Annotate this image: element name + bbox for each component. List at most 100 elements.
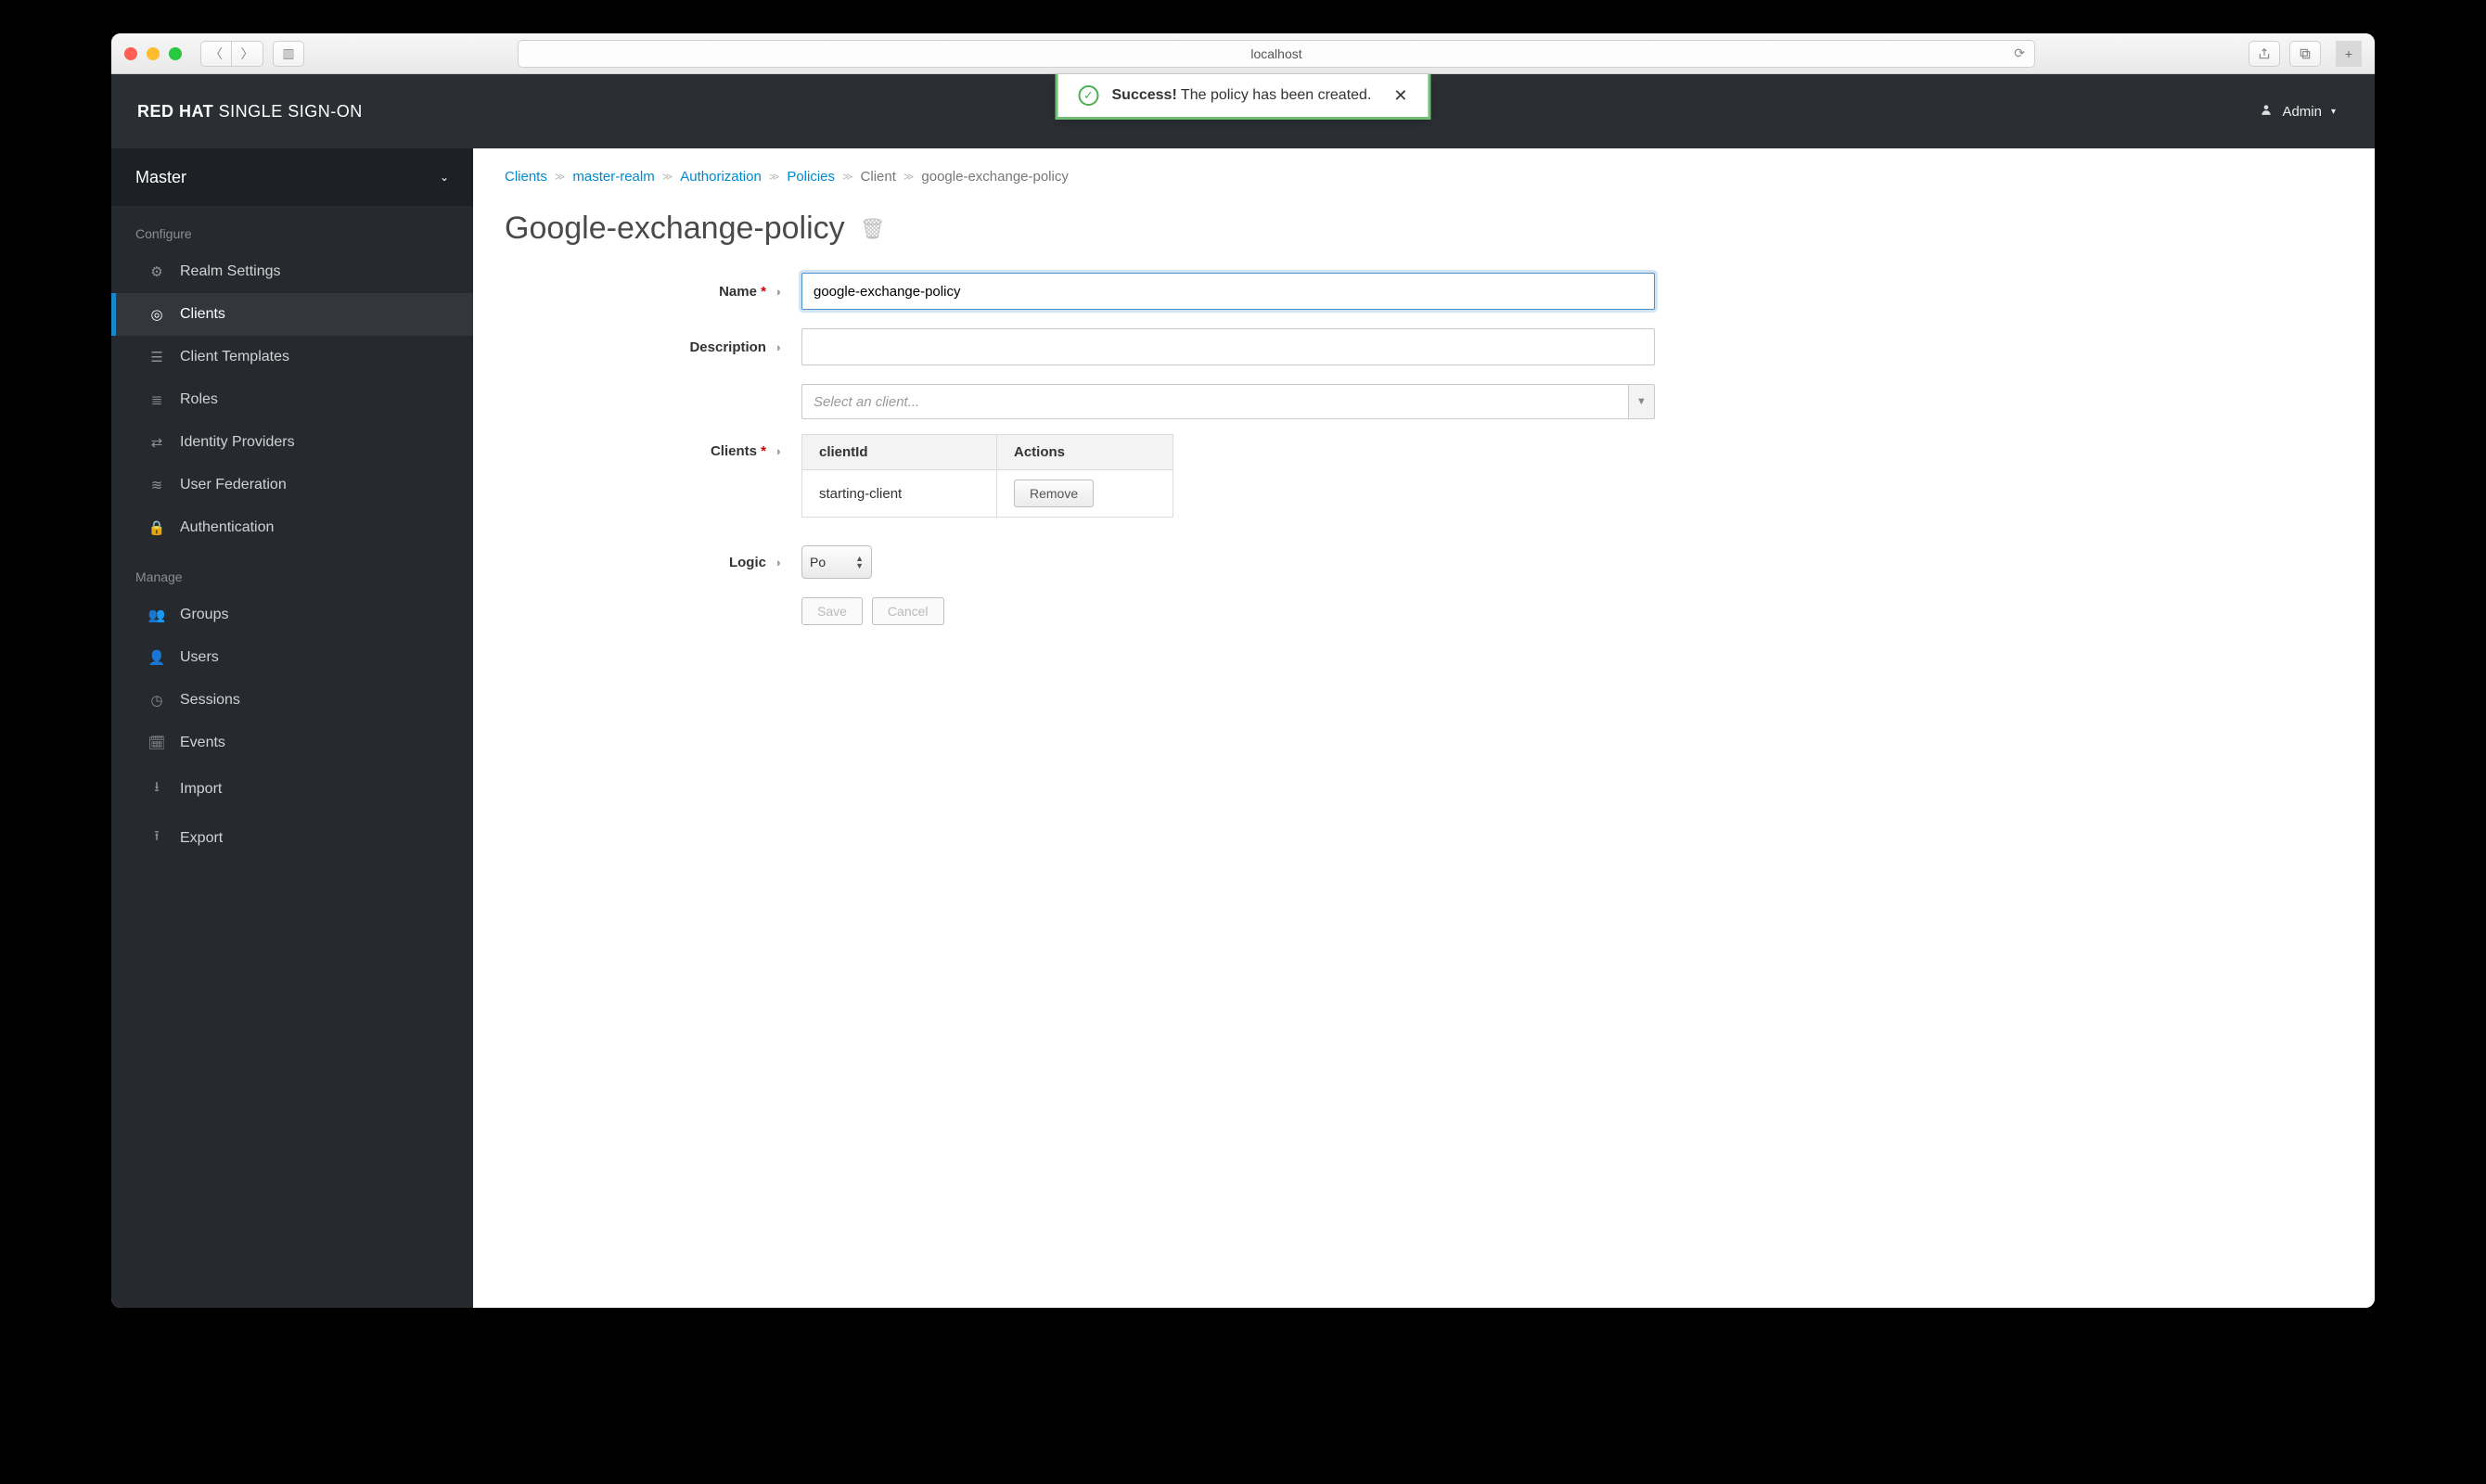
sidebar-item-identity-providers[interactable]: ⇄ Identity Providers [111,421,473,464]
sidebar-item-label: User Federation [180,477,287,493]
sidebar-section-manage: Manage [111,549,473,594]
name-input[interactable] [801,273,1655,310]
main-content: Clients ≫ master-realm ≫ Authorization ≫ Po… [473,148,2375,1308]
clients-label: Clients * ◑ [505,443,801,459]
user-icon: 👤 [148,649,165,666]
sidebar-item-import[interactable]: ⭳ Import [111,764,473,813]
sidebar-item-events[interactable]: 🗓 Events [111,722,473,764]
reload-icon[interactable]: ⟳ [2014,45,2025,61]
sidebar-item-label: Roles [180,391,218,408]
share-button[interactable] [2249,41,2280,67]
minimize-window-button[interactable] [147,47,160,60]
sidebar-item-groups[interactable]: 👥 Groups [111,594,473,636]
realm-selector[interactable]: Master ⌄ [111,148,473,206]
sidebar-item-label: Clients [180,306,225,323]
sidebar-item-roles[interactable]: ≣ Roles [111,378,473,421]
brand-bold: RED HAT [137,102,213,121]
success-toast: ✓ Success! The policy has been created. … [1056,74,1431,120]
sidebar-item-realm-settings[interactable]: ⚙ Realm Settings [111,250,473,293]
help-icon[interactable]: ◑ [774,444,781,458]
templates-icon: ☰ [148,349,165,365]
help-icon[interactable]: ◑ [774,340,781,354]
toast-strong: Success! [1112,87,1177,103]
breadcrumb-link[interactable]: Authorization [680,169,762,185]
sidebar-item-export[interactable]: ⭱ Export [111,813,473,863]
sidebar-item-sessions[interactable]: ◷ Sessions [111,679,473,722]
brand: RED HAT SINGLE SIGN-ON [137,102,363,122]
zoom-window-button[interactable] [169,47,182,60]
required-marker: * [761,284,766,300]
description-label: Description ◑ [505,339,801,355]
breadcrumb-sep: ≫ [903,171,915,183]
sidebar-section-configure: Configure [111,206,473,250]
breadcrumb-link[interactable]: master-realm [572,169,654,185]
sidebar-toggle-button[interactable]: ▥ [273,41,304,67]
breadcrumb-sep: ≫ [769,171,780,183]
cube-icon: ◎ [148,306,165,323]
lock-icon: 🔒 [148,519,165,536]
page-title: Google-exchange-policy 🗑 [505,211,2343,247]
clients-select[interactable]: Select an client... ▼ [801,384,1655,419]
logic-select[interactable]: Po ▲▼ [801,545,872,579]
sidebar: Master ⌄ Configure ⚙ Realm Settings ◎ Cl… [111,148,473,1308]
user-icon [2260,103,2273,120]
sidebar-item-label: Export [180,830,223,847]
th-actions: Actions [997,435,1173,470]
toast-close-button[interactable]: ✕ [1393,86,1407,106]
breadcrumb-link[interactable]: Policies [787,169,835,185]
success-icon: ✓ [1079,85,1099,106]
remove-button[interactable]: Remove [1014,480,1094,507]
close-window-button[interactable] [124,47,137,60]
required-marker: * [761,443,766,459]
trash-icon[interactable]: 🗑 [860,217,886,241]
new-tab-button[interactable]: + [2336,41,2362,67]
brand-rest: SINGLE SIGN-ON [213,102,363,121]
label-text: Description [689,339,766,355]
clock-icon: ◷ [148,692,165,709]
save-button[interactable]: Save [801,597,863,625]
breadcrumb-sep: ≫ [555,171,566,183]
sidebar-item-users[interactable]: 👤 Users [111,636,473,679]
sidebar-item-label: Sessions [180,692,240,709]
breadcrumb-link[interactable]: Clients [505,169,547,185]
tabs-button[interactable] [2289,41,2321,67]
database-icon: ≋ [148,477,165,493]
breadcrumb-sep: ≫ [662,171,673,183]
help-icon[interactable]: ◑ [774,556,781,569]
sidebar-item-label: Users [180,649,219,666]
forward-button[interactable]: 〉 [232,41,263,67]
titlebar: 〈 〉 ▥ localhost ⟳ + [111,33,2375,74]
chevron-down-icon: ▼ [1628,385,1654,418]
chevron-down-icon: ⌄ [440,171,449,184]
table-row: starting-client Remove [802,470,1173,518]
exchange-icon: ⇄ [148,434,165,451]
description-input[interactable] [801,328,1655,365]
import-icon: ⭳ [148,777,165,800]
nav-back-forward: 〈 〉 [200,41,263,67]
user-menu[interactable]: Admin ▾ [2247,103,2349,120]
label-text: Name [719,284,757,300]
app-header: RED HAT SINGLE SIGN-ON ✓ Success! The po… [111,74,2375,148]
browser-window: 〈 〉 ▥ localhost ⟳ + RED HAT SINGLE SIGN-… [111,33,2375,1308]
sidebar-item-label: Import [180,781,222,798]
toast-text: Success! The policy has been created. [1112,87,1372,104]
page-title-text: Google-exchange-policy [505,211,845,247]
export-icon: ⭱ [148,826,165,850]
sidebar-item-authentication[interactable]: 🔒 Authentication [111,506,473,549]
calendar-icon: 🗓 [148,735,165,751]
sidebar-item-user-federation[interactable]: ≋ User Federation [111,464,473,506]
cancel-button[interactable]: Cancel [872,597,944,625]
address-bar[interactable]: localhost ⟳ [518,40,2035,68]
user-name: Admin [2282,104,2322,120]
sidebar-item-label: Groups [180,607,228,623]
help-icon[interactable]: ◑ [774,285,781,299]
sidebar-item-client-templates[interactable]: ☰ Client Templates [111,336,473,378]
back-button[interactable]: 〈 [200,41,232,67]
sliders-icon: ⚙ [148,263,165,280]
breadcrumb-item: Client [861,169,896,185]
sidebar-item-label: Events [180,735,225,751]
sidebar-item-label: Identity Providers [180,434,295,451]
sidebar-item-clients[interactable]: ◎ Clients [111,293,473,336]
selected-clients-table: clientId Actions starting-client Remove [801,434,1173,518]
policy-form: Name * ◑ Description ◑ [505,273,1673,625]
